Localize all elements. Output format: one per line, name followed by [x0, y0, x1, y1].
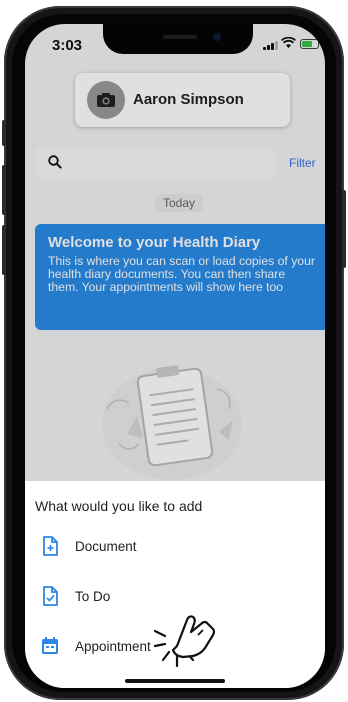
tap-hand-icon	[153, 615, 216, 668]
todo-icon	[35, 581, 65, 611]
volume-up-button	[2, 165, 6, 215]
power-button	[342, 190, 346, 268]
home-indicator[interactable]	[125, 679, 225, 683]
app-screen: 3:03 Aaron Simpson Filter Today Welcome …	[25, 24, 325, 688]
add-document-option[interactable]: Document	[35, 531, 295, 561]
sheet-title: What would you like to add	[35, 498, 203, 514]
document-icon	[35, 531, 65, 561]
appointment-label: Appointment	[75, 638, 151, 654]
calendar-icon	[35, 631, 65, 661]
volume-down-button	[2, 225, 6, 275]
document-label: Document	[75, 538, 137, 554]
todo-label: To Do	[75, 588, 111, 604]
mute-switch	[2, 120, 6, 146]
